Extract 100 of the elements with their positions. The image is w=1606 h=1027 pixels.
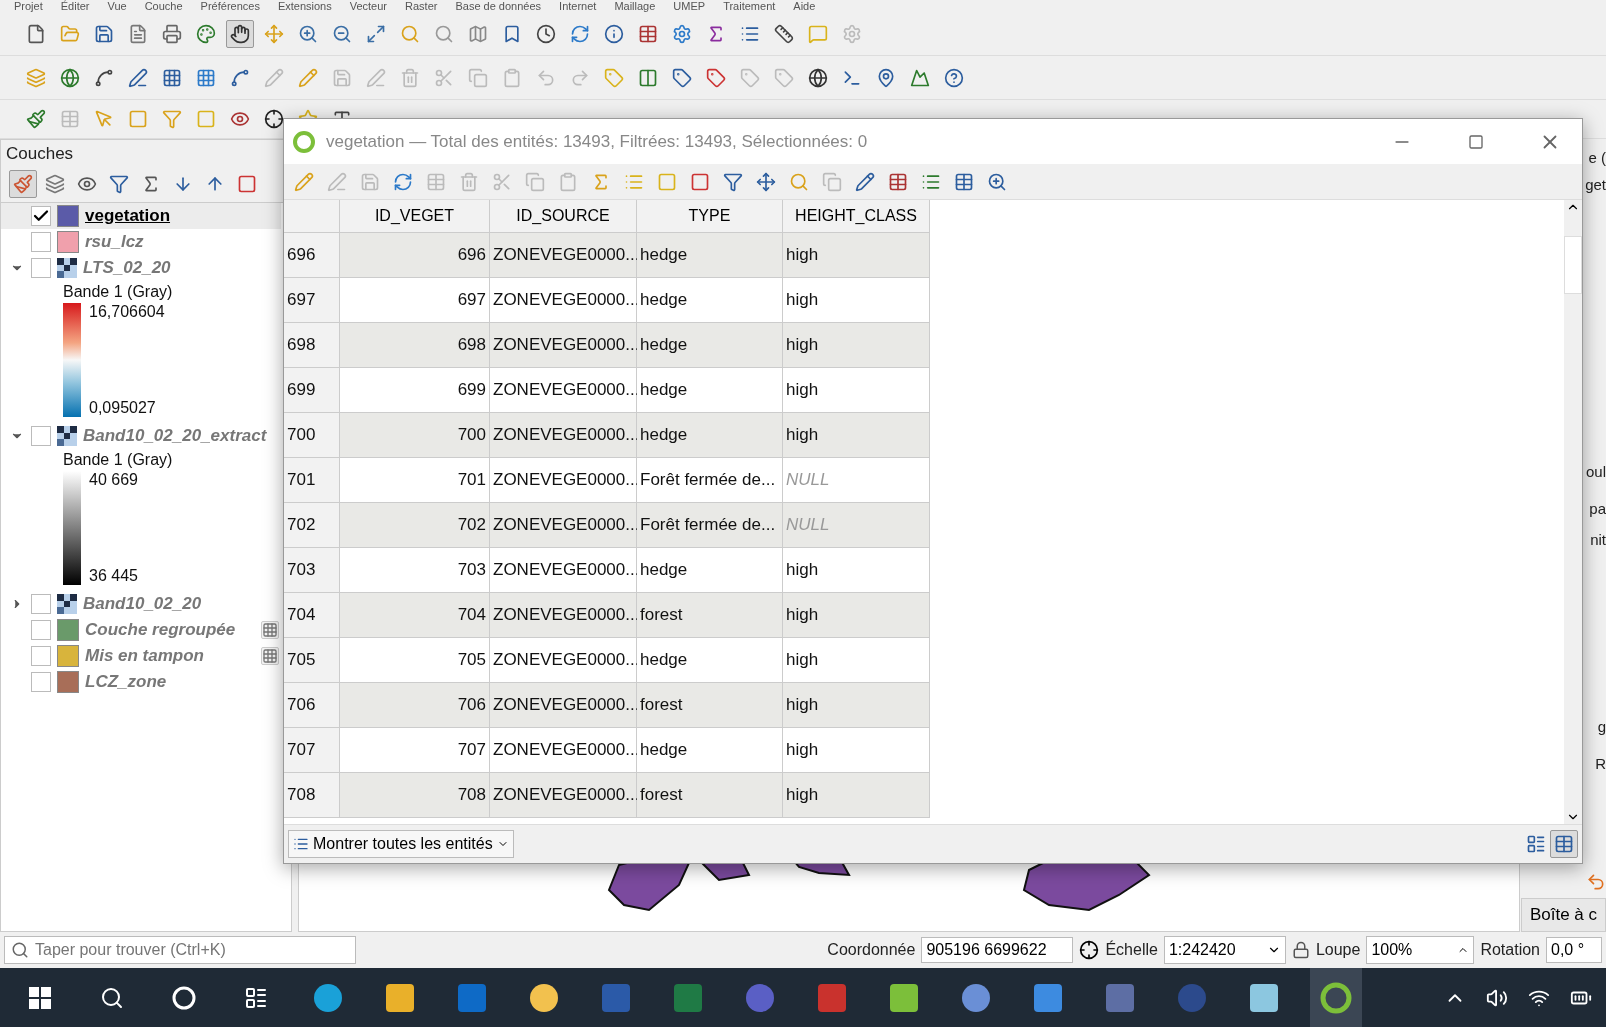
undo-icon[interactable] [1586,872,1606,892]
layer-row[interactable]: Band10_02_20 [1,591,281,617]
layer-row[interactable]: LTS_02_20 [1,255,281,281]
table-cell: 702 [340,503,490,548]
panel-text: pa [1589,500,1606,517]
menu-item[interactable]: Vue [107,0,127,13]
table-cell: ZONEVEGE0000... [490,728,637,773]
layer-checkbox[interactable] [31,620,51,640]
menu-item[interactable]: UMEP [673,0,706,13]
panel-text: oul [1585,463,1606,480]
pan-hand-icon[interactable] [226,20,254,48]
legend-band-label: Bande 1 (Gray) [63,282,174,302]
column-header[interactable]: ID_SOURCE [490,200,637,233]
menu-item[interactable]: Aide [793,0,816,13]
row-header[interactable]: 697 [284,278,340,323]
window-title: vegetation — Total des entités: 13493, Filtrées: 13493, Sélectionnées: 0 [326,131,869,152]
row-header[interactable]: 704 [284,593,340,638]
coordinate-field[interactable]: 905196 6699622 [921,937,1074,963]
layer-name: Couche regroupée [85,620,237,640]
column-header[interactable]: ID_VEGET [340,200,490,233]
panel-text: e ( [1588,149,1606,166]
menu-item[interactable]: Traitement [723,0,776,13]
layer-row[interactable]: Couche regroupée [1,617,281,643]
layer-name: Band10_02_20_extract [83,426,268,446]
row-header[interactable]: 702 [284,503,340,548]
scale-dropdown[interactable]: 1:242420 [1163,936,1286,964]
row-header[interactable]: 696 [284,233,340,278]
menu-item[interactable]: Éditer [60,0,90,13]
row-header[interactable]: 701 [284,458,340,503]
menu-item[interactable]: Raster [405,0,438,13]
row-header[interactable]: 705 [284,638,340,683]
menu-item[interactable]: Base de données [455,0,542,13]
layer-checkbox[interactable] [31,258,51,278]
layer-checkbox[interactable] [31,426,51,446]
table-cell: 705 [340,638,490,683]
layer-row[interactable]: Mis en tampon [1,643,281,669]
layer-name: Mis en tampon [85,646,205,666]
row-header[interactable]: 699 [284,368,340,413]
legend-band-label: Bande 1 (Gray) [63,450,174,470]
coordinate-label: Coordonnée [827,941,916,959]
layer-checkbox[interactable] [31,646,51,666]
layer-checkbox[interactable] [31,594,51,614]
menu-item[interactable]: Couche [144,0,183,13]
layer-row[interactable]: LCZ_zone [1,669,281,695]
table-cell: 698 [340,323,490,368]
menu-item[interactable]: Maillage [614,0,656,13]
row-header[interactable]: 698 [284,323,340,368]
rotation-label: Rotation [1480,941,1540,959]
table-cell: high [783,413,930,458]
table-cell: ZONEVEGE0000... [490,683,637,728]
style-brush-icon[interactable] [9,170,37,198]
lock-icon[interactable] [1291,941,1310,959]
scrollbar[interactable] [1564,200,1582,824]
layer-checkbox[interactable] [31,232,51,252]
legend-max-value: 40 669 [89,471,138,489]
table-cell: hedge [637,368,783,413]
row-header[interactable]: 700 [284,413,340,458]
table-cell: ZONEVEGE0000... [490,278,637,323]
table-cell: 696 [340,233,490,278]
table-cell: 708 [340,773,490,818]
table-cell: ZONEVEGE0000... [490,458,637,503]
locator-search-field[interactable]: Taper pour trouver (Ctrl+K) [4,936,356,964]
list-icon [293,836,309,852]
menu-item[interactable]: Internet [559,0,597,13]
table-cell: 701 [340,458,490,503]
menu-item[interactable]: Projet [14,0,43,13]
rotation-field[interactable]: 0,0 ° [1546,937,1602,963]
layer-row[interactable]: rsu_lcz [1,229,281,255]
row-header[interactable]: 707 [284,728,340,773]
layer-checkbox[interactable] [31,672,51,692]
row-header[interactable]: 703 [284,548,340,593]
column-header[interactable]: HEIGHT_CLASS [783,200,930,233]
legend-max-value: 16,706604 [89,303,165,321]
row-header[interactable]: 708 [284,773,340,818]
layer-checkbox[interactable] [31,206,51,226]
toolbox-button[interactable]: Boîte à c [1520,898,1606,932]
menu-item[interactable]: Préférences [200,0,260,13]
raster-icon [57,258,77,278]
table-cell: hedge [637,548,783,593]
table-cell: high [783,683,930,728]
scroll-thumb[interactable] [1564,236,1582,294]
menu-item[interactable]: Extensions [277,0,332,13]
legend-min-value: 0,095027 [89,399,157,417]
crosshair-icon[interactable] [1079,940,1100,960]
magnifier-spinbox[interactable]: 100% [1366,936,1475,964]
layer-row[interactable]: vegetation [1,203,281,229]
show-features-dropdown[interactable]: Montrer toutes les entités [288,830,514,858]
table-view-icon[interactable] [1550,830,1578,858]
row-header[interactable]: 706 [284,683,340,728]
table-cell: high [783,548,930,593]
table-cell: 707 [340,728,490,773]
column-header[interactable]: TYPE [637,200,783,233]
table-cell: ZONEVEGE0000... [490,413,637,458]
app-icon[interactable] [1310,968,1362,1027]
table-cell: hedge [637,728,783,773]
menu-item[interactable]: Vecteur [349,0,388,13]
layer-row[interactable]: Band10_02_20_extract [1,423,281,449]
layer-name: LTS_02_20 [83,258,172,278]
table-cell: 699 [340,368,490,413]
panel-text: nit [1590,531,1606,548]
